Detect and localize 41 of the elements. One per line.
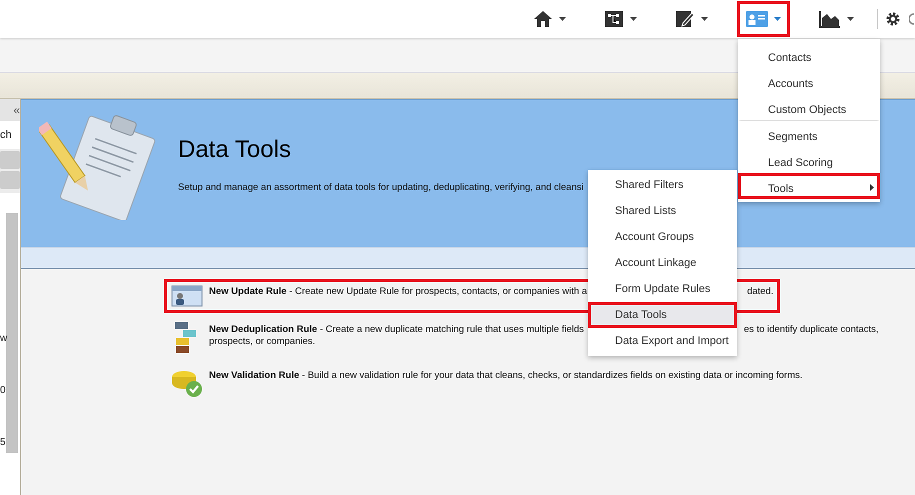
area-chart-icon [819,10,841,28]
sidebar-text: ch [0,121,20,149]
menu-item[interactable]: Tools [738,173,880,199]
menu-item[interactable]: Account Groups [588,224,737,250]
sidebar-text: 5 [0,437,7,449]
caret-icon [559,17,566,21]
sidebar-text: w [0,333,8,345]
menu-item[interactable]: Data Tools [588,302,737,328]
caret-icon [847,17,854,21]
diagram-icon [604,10,624,28]
rule-description: New Update Rule - Create new Update Rule for prospects, contacts, or companies with a [209,286,588,298]
page-subtitle: Setup and manage an assortment of data tools for updating, deduplicating, verifying, and cleansi [178,182,584,193]
menu-item[interactable]: Contacts [738,42,880,68]
menu-item[interactable]: Segments [738,121,880,147]
menu-item[interactable]: Custom Objects [738,94,880,121]
contact-card-icon [746,10,768,28]
submenu-arrow-icon [870,184,874,191]
sidebar-text: 0 [0,385,7,397]
rule-description: prospects, or companies. [209,336,316,348]
menu-item[interactable]: Form Update Rules [588,276,737,302]
pencil-icon [675,10,695,28]
menu-item[interactable]: Shared Lists [588,198,737,224]
caret-icon [701,17,708,21]
menu-item[interactable]: Account Linkage [588,250,737,276]
caret-icon [774,17,781,21]
collapse-button[interactable]: « [0,99,20,121]
menu-item[interactable]: Accounts [738,68,880,94]
rule-description: New Deduplication Rule - Create a new duplicate matching rule that uses multiple fields [209,324,584,336]
window-person-icon [171,284,203,308]
rule-description: es to identify duplicate contacts, [744,324,879,336]
home-icon [533,10,553,28]
rule-description: New Validation Rule - Build a new validation rule for your data that cleans, checks, or standardizes fields on existing data or incoming forms. [209,370,803,382]
menu-item[interactable]: Lead Scoring [738,147,880,173]
rule-description: dated. [747,286,774,298]
menu-item[interactable]: Data Export and Import [588,328,737,354]
caret-icon [630,17,637,21]
scrollbar[interactable] [6,213,18,453]
page-title: Data Tools [178,136,292,164]
menu-item[interactable]: Shared Filters [588,172,737,198]
settings-icon[interactable] [886,12,900,26]
database-check-icon [171,368,203,398]
